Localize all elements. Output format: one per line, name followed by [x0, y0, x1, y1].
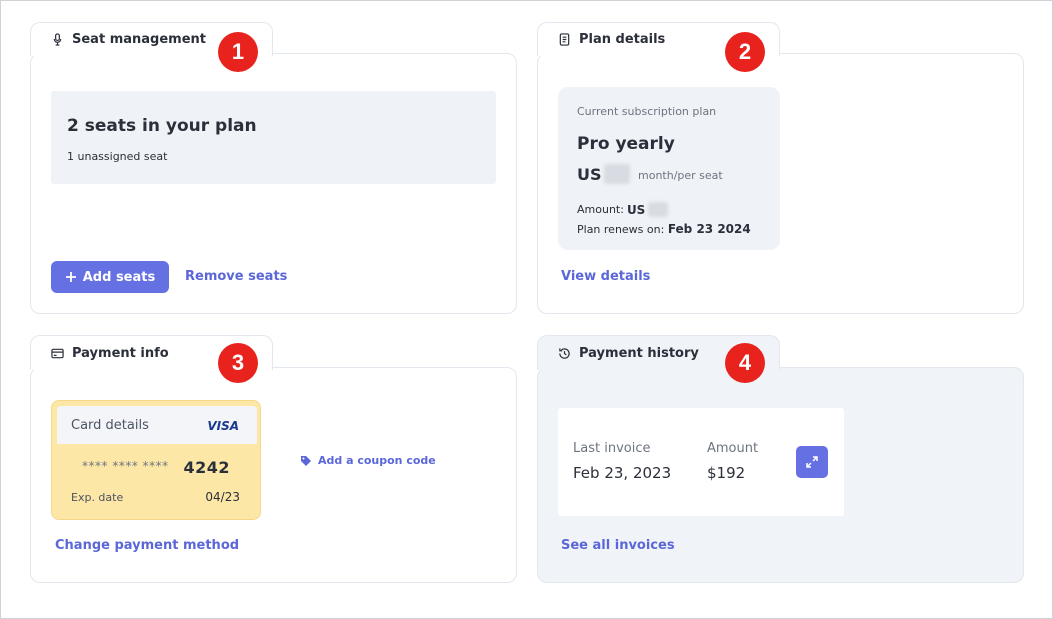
callout-badge-4: 4: [725, 343, 765, 383]
see-all-invoices-link[interactable]: See all invoices: [561, 538, 675, 553]
masked-card-number: **** **** ****: [82, 459, 169, 473]
exp-date-value: 04/23: [205, 490, 240, 504]
coupon-label: Add a coupon code: [318, 454, 436, 467]
seats-title: 2 seats in your plan: [67, 116, 257, 136]
credit-card: Card details VISA **** **** **** 4242 Ex…: [51, 400, 261, 520]
card-last4: 4242: [183, 458, 230, 477]
expand-icon: [806, 456, 818, 468]
amount-currency: US: [626, 202, 646, 217]
tab-label: Payment info: [72, 345, 169, 361]
plus-icon: [65, 272, 76, 282]
visa-logo: VISA: [207, 419, 239, 433]
invoice-amount-value: $192: [707, 464, 746, 482]
last-invoice-date: Feb 23, 2023: [573, 464, 672, 482]
document-icon: [559, 33, 570, 46]
page-frame: Seat management 1 2 seats in your plan 1…: [0, 0, 1053, 619]
amount-row: Amount: US: [577, 202, 669, 217]
change-payment-method-link[interactable]: Change payment method: [55, 538, 239, 553]
unassigned-seats: 1 unassigned seat: [67, 150, 168, 163]
redacted-price: [603, 164, 630, 184]
tag-icon: [301, 455, 311, 466]
add-seats-button[interactable]: Add seats: [51, 261, 169, 293]
remove-seats-link[interactable]: Remove seats: [185, 269, 287, 284]
renews-label: Plan renews on:: [577, 223, 665, 236]
add-coupon-link[interactable]: Add a coupon code: [300, 454, 436, 467]
add-seats-label: Add seats: [82, 269, 156, 285]
view-details-link[interactable]: View details: [561, 269, 650, 284]
history-icon: [559, 347, 570, 359]
plan-price: US: [577, 164, 630, 184]
callout-badge-1: 1: [218, 32, 258, 72]
open-invoice-button[interactable]: [796, 446, 828, 478]
tab-label: Plan details: [579, 32, 666, 47]
price-currency: US: [577, 164, 602, 184]
last-invoice-label: Last invoice: [573, 441, 651, 456]
card-details-label: Card details: [71, 418, 149, 433]
redacted-amount: [648, 202, 669, 217]
invoice-amount-label: Amount: [707, 441, 759, 456]
current-plan-label: Current subscription plan: [577, 105, 717, 118]
tab-label: Payment history: [579, 345, 699, 361]
amount-label: Amount:: [577, 203, 624, 216]
renew-row: Plan renews on: Feb 23 2024: [577, 222, 751, 236]
card-header: Card details VISA: [57, 406, 257, 444]
microphone-icon: [53, 33, 62, 46]
price-period: month/per seat: [638, 169, 723, 182]
last-invoice-panel: Last invoice Feb 23, 2023 Amount $192: [558, 408, 844, 516]
exp-date-label: Exp. date: [71, 491, 124, 504]
plan-name: Pro yearly: [577, 134, 675, 154]
credit-card-icon: [51, 348, 64, 358]
tab-label: Seat management: [72, 32, 206, 47]
callout-badge-3: 3: [218, 343, 258, 383]
plan-summary: Current subscription plan Pro yearly US …: [558, 87, 780, 250]
renews-date: Feb 23 2024: [667, 222, 751, 236]
callout-badge-2: 2: [725, 32, 765, 72]
seat-summary: 2 seats in your plan 1 unassigned seat: [51, 91, 496, 184]
